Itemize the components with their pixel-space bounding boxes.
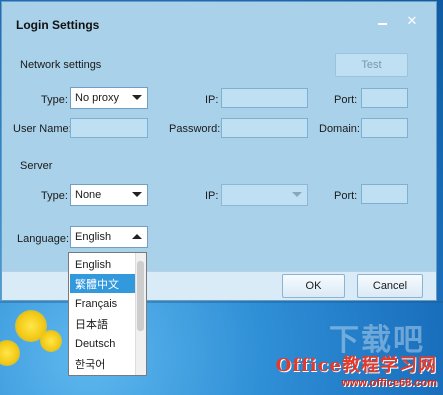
close-button[interactable]: ✕	[402, 12, 422, 30]
network-port-label: Port:	[334, 94, 358, 106]
network-port-field[interactable]	[361, 88, 408, 108]
chevron-up-icon	[132, 234, 142, 239]
language-option-traditional-chinese[interactable]: 繁體中文	[70, 274, 136, 293]
chevron-down-icon	[132, 192, 142, 197]
language-select[interactable]: English	[70, 226, 148, 248]
login-settings-dialog: Login Settings ✕ Network settings Test T…	[1, 1, 437, 301]
desktop-flower-decoration	[0, 340, 20, 366]
language-label: Language:	[17, 233, 69, 245]
minimize-button[interactable]	[372, 12, 392, 30]
network-type-value: No proxy	[75, 92, 120, 104]
domain-field[interactable]	[361, 118, 408, 138]
network-ip-label: IP:	[205, 94, 219, 106]
server-port-label: Port:	[334, 190, 358, 202]
desktop-flower-decoration	[40, 330, 62, 352]
server-type-value: None	[75, 189, 102, 201]
server-heading: Server	[20, 160, 53, 172]
scrollbar-thumb[interactable]	[137, 261, 144, 331]
username-label: User Name:	[13, 123, 72, 135]
language-option-japanese[interactable]: 日本語	[70, 314, 136, 333]
chevron-down-icon	[132, 95, 142, 100]
title-bar[interactable]: Login Settings ✕	[2, 2, 436, 42]
language-option-english[interactable]: English	[70, 255, 136, 274]
language-dropdown-list[interactable]: English 繁體中文 Français 日本語 Deutsch 한국어	[68, 252, 147, 376]
server-ip-label: IP:	[205, 190, 219, 202]
watermark: Office教程学习网 www.office68.com	[276, 351, 437, 389]
network-type-select[interactable]: No proxy	[70, 87, 148, 109]
server-type-select[interactable]: None	[70, 184, 148, 206]
window-shadow	[0, 301, 443, 303]
dropdown-scrollbar[interactable]	[135, 253, 146, 375]
language-option-french[interactable]: Français	[70, 294, 136, 313]
username-field[interactable]	[70, 118, 148, 138]
domain-label: Domain:	[319, 123, 360, 135]
server-ip-select[interactable]	[221, 184, 308, 206]
watermark-logo: Office教程学习网	[275, 355, 437, 376]
language-option-korean[interactable]: 한국어	[70, 354, 136, 373]
server-port-field[interactable]	[361, 184, 408, 204]
ok-button[interactable]: OK	[282, 274, 345, 298]
dialog-title: Login Settings	[16, 18, 100, 32]
language-option-german[interactable]: Deutsch	[70, 334, 136, 353]
cancel-button[interactable]: Cancel	[357, 274, 423, 298]
network-ip-field[interactable]	[221, 88, 308, 108]
network-type-label: Type:	[41, 94, 68, 106]
watermark-url: www.office68.com	[341, 377, 437, 389]
test-button[interactable]: Test	[335, 53, 408, 77]
chevron-down-icon	[292, 192, 302, 197]
minimize-icon	[377, 23, 387, 25]
close-icon: ✕	[406, 13, 418, 28]
language-value: English	[75, 231, 112, 243]
network-settings-heading: Network settings	[20, 59, 102, 71]
password-field[interactable]	[221, 118, 308, 138]
server-type-label: Type:	[41, 190, 68, 202]
password-label: Password:	[169, 123, 221, 135]
